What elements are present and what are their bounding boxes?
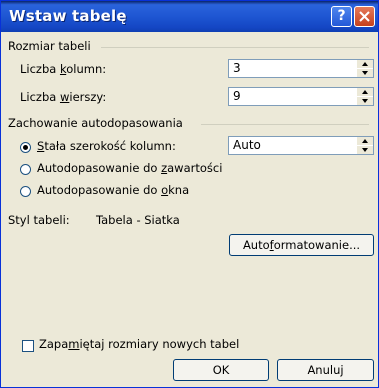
fixed-width-radio[interactable] <box>20 142 31 153</box>
columns-value: 3 <box>233 61 241 75</box>
fixed-width-down-arrow-icon[interactable] <box>357 146 373 154</box>
remember-size-checkbox[interactable] <box>22 340 34 352</box>
close-button[interactable] <box>354 6 375 27</box>
size-group-separator <box>101 47 369 48</box>
rows-label: Liczba wierszy: <box>20 90 107 104</box>
autofit-group-separator <box>201 124 369 125</box>
autofit-contents-label[interactable]: Autodopasowanie do zawartości <box>37 161 222 175</box>
columns-up-arrow-icon[interactable] <box>357 60 373 68</box>
autofit-contents-radio[interactable] <box>20 164 31 175</box>
fixed-width-value: Auto <box>233 138 261 152</box>
columns-spinbox[interactable]: 3 <box>228 59 374 78</box>
fixed-width-spinbox[interactable]: Auto <box>228 136 374 155</box>
close-icon <box>359 11 370 22</box>
rows-spinbox[interactable]: 9 <box>228 87 374 106</box>
rows-down-arrow-icon[interactable] <box>357 97 373 105</box>
autofit-window-label[interactable]: Autodopasowanie do okna <box>37 183 189 197</box>
autoformat-button[interactable]: Autoformatowanie... <box>229 234 374 256</box>
size-group-label: Rozmiar tabeli <box>8 39 91 53</box>
fixed-width-label[interactable]: Stała szerokość kolumn: <box>37 139 176 153</box>
title-bar: Wstaw tabelę ? <box>1 1 378 32</box>
ok-button[interactable]: OK <box>173 359 269 381</box>
remember-size-label[interactable]: Zapamiętaj rozmiary nowych tabel <box>39 337 239 351</box>
table-style-label: Styl tabeli: <box>8 213 70 227</box>
rows-up-arrow-icon[interactable] <box>357 88 373 96</box>
insert-table-dialog: Wstaw tabelę ? Rozmiar tabeli Liczba kol… <box>0 0 379 388</box>
help-button[interactable]: ? <box>331 6 352 27</box>
columns-down-arrow-icon[interactable] <box>357 69 373 77</box>
cancel-button[interactable]: Anuluj <box>277 359 374 381</box>
table-style-value: Tabela - Siatka <box>96 213 180 227</box>
autofit-window-radio[interactable] <box>20 186 31 197</box>
autofit-group-label: Zachowanie autodopasowania <box>8 116 183 130</box>
fixed-width-up-arrow-icon[interactable] <box>357 137 373 145</box>
dialog-title: Wstaw tabelę <box>9 7 127 25</box>
columns-label: Liczba kolumn: <box>20 62 107 76</box>
rows-value: 9 <box>233 89 241 103</box>
